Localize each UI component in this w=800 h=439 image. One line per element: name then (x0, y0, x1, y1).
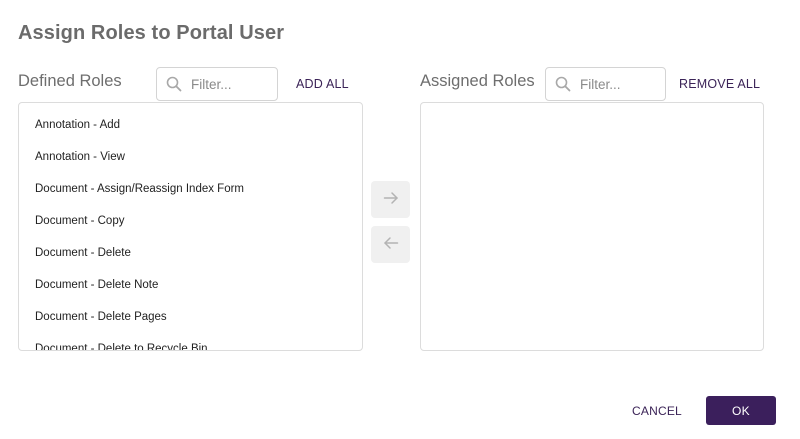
ok-button[interactable]: OK (706, 396, 776, 425)
search-icon (546, 68, 580, 100)
defined-roles-filter-input[interactable] (191, 76, 271, 92)
list-item[interactable]: Document - Assign/Reassign Index Form (35, 183, 244, 195)
add-selected-button[interactable] (371, 181, 410, 218)
remove-selected-button[interactable] (371, 226, 410, 263)
defined-roles-list[interactable]: Annotation - Add Annotation - View Docum… (18, 102, 363, 351)
list-item[interactable]: Document - Delete (35, 247, 131, 259)
assigned-roles-label: Assigned Roles (420, 72, 535, 90)
cancel-button[interactable]: CANCEL (620, 396, 694, 425)
list-item[interactable]: Document - Delete to Recycle Bin (35, 343, 208, 350)
remove-all-button[interactable]: REMOVE ALL (679, 77, 760, 91)
defined-roles-label: Defined Roles (18, 72, 122, 90)
list-item[interactable]: Document - Copy (35, 215, 124, 227)
arrow-left-icon (383, 236, 399, 253)
list-item[interactable]: Annotation - View (35, 151, 125, 163)
search-icon (157, 68, 191, 100)
arrow-right-icon (383, 191, 399, 208)
list-item[interactable]: Document - Delete Note (35, 279, 158, 291)
defined-roles-filter[interactable] (156, 67, 278, 101)
add-all-button[interactable]: ADD ALL (296, 77, 349, 91)
assigned-roles-list[interactable] (420, 102, 764, 351)
assigned-roles-filter-input[interactable] (580, 76, 660, 92)
list-item[interactable]: Annotation - Add (35, 119, 120, 131)
assigned-roles-filter[interactable] (545, 67, 666, 101)
dialog-title: Assign Roles to Portal User (18, 22, 285, 44)
list-item[interactable]: Document - Delete Pages (35, 311, 167, 323)
